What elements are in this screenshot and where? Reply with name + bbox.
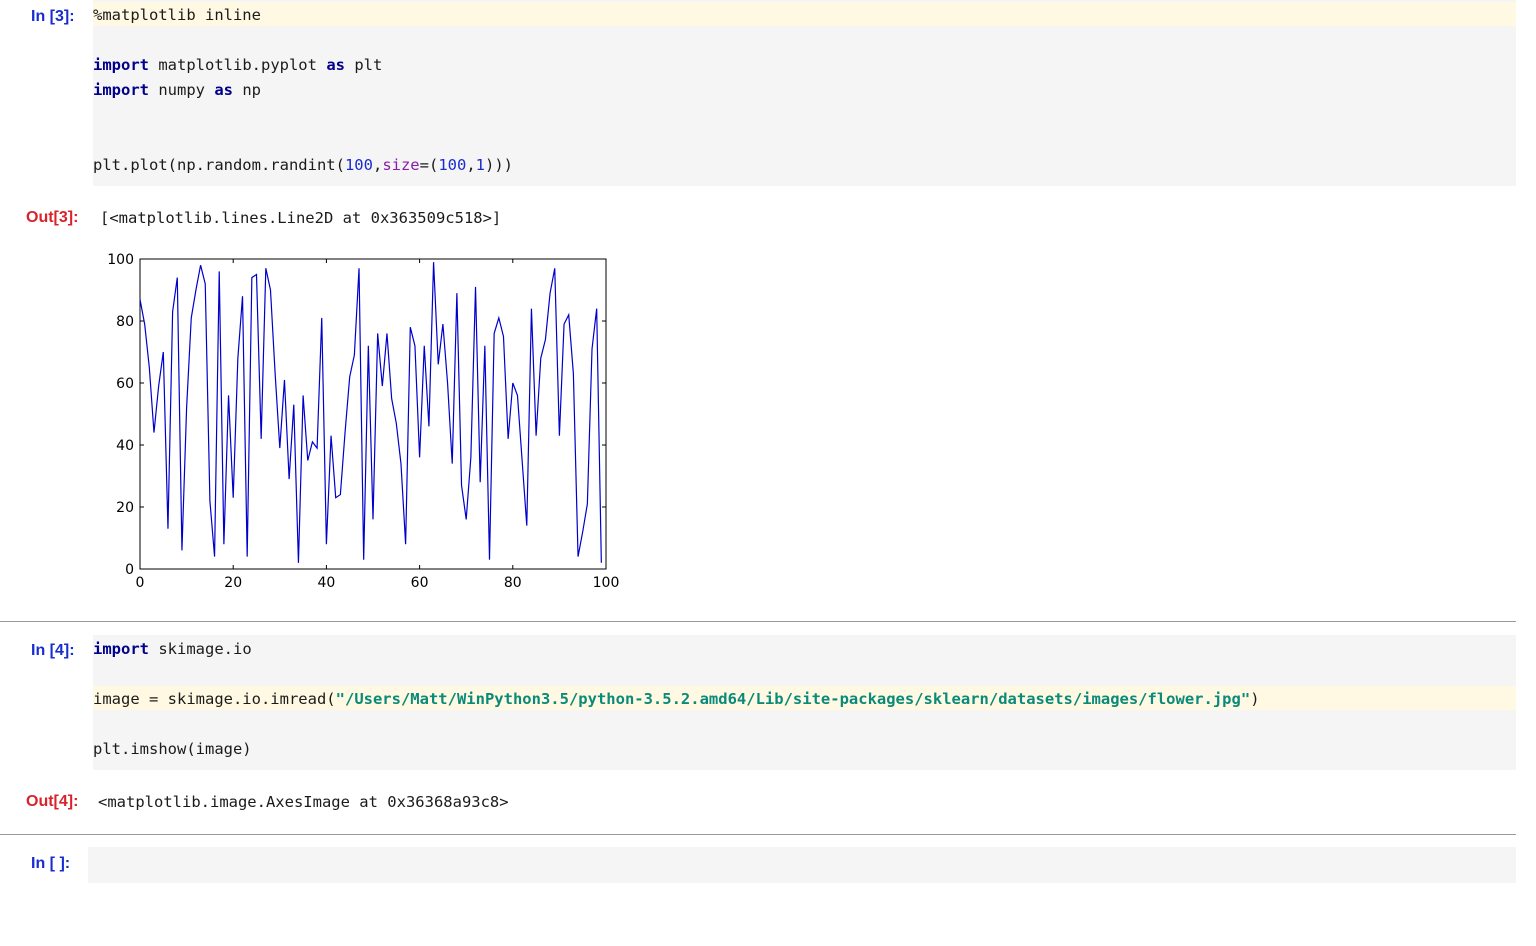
magic-command: %matplotlib inline: [93, 6, 261, 24]
as-keyword: as: [214, 81, 233, 99]
x-tick-label: 40: [317, 575, 335, 591]
y-tick-label: 60: [116, 376, 134, 392]
x-tick-label: 100: [593, 575, 620, 591]
import-keyword: import: [93, 56, 149, 74]
alias-name: np: [233, 81, 261, 99]
cell-4-code-line-1: import skimage.io: [93, 639, 252, 659]
cell-4-output-text: <matplotlib.image.AxesImage at 0x36368a9…: [98, 793, 509, 811]
cell-5-code-editor[interactable]: [88, 847, 1516, 883]
equals-paren: =(: [419, 156, 439, 174]
module-name: skimage.io: [149, 640, 252, 658]
string-quote: ": [1240, 690, 1251, 708]
x-tick-label: 20: [224, 575, 242, 591]
call-text: plt.plot(np.random.randint(: [93, 156, 345, 174]
alias-name: plt: [344, 56, 383, 74]
module-name: numpy: [149, 81, 215, 99]
cell-3-code-line-7: plt.plot(np.random.randint(100,size=(100…: [93, 155, 513, 175]
y-tick-label: 80: [116, 314, 134, 330]
assignment-text: image = skimage.io.imread(: [93, 690, 336, 708]
number-literal: 100: [438, 156, 467, 174]
plot-frame: [139, 258, 607, 570]
comma: ,: [466, 156, 476, 174]
y-tick-label: 0: [125, 562, 134, 578]
as-keyword: as: [326, 56, 345, 74]
import-keyword: import: [93, 640, 149, 658]
cell-4-out-prompt: Out[4]:: [26, 793, 79, 810]
keyword-argument: size: [382, 156, 420, 174]
line-chart: 0 20 40 60 80 100 0 20 40 60 80 100: [107, 252, 620, 591]
cell-3-out-prompt: Out[3]:: [26, 209, 79, 226]
cell-3-in-prompt: In [3]:: [31, 8, 75, 25]
closing-paren: ): [1250, 690, 1260, 708]
cell-3-code-line-1: %matplotlib inline: [93, 5, 261, 25]
string-quote: ": [335, 690, 345, 708]
imshow-call: plt.imshow(image): [93, 740, 252, 758]
x-tick-label: 0: [136, 575, 145, 591]
import-keyword: import: [93, 81, 149, 99]
cell-divider: [0, 621, 1516, 622]
y-tick-label: 40: [116, 438, 134, 454]
cell-divider: [0, 834, 1516, 835]
cell-3-code-line-4: import numpy as np: [93, 80, 261, 100]
comma: ,: [372, 156, 383, 174]
module-name: matplotlib.pyplot: [149, 56, 327, 74]
number-literal: 100: [344, 156, 373, 174]
x-tick-label: 60: [411, 575, 429, 591]
cell-4-code-line-3: image = skimage.io.imread("/Users/Matt/W…: [93, 689, 1260, 709]
y-tick-label: 20: [116, 500, 134, 516]
cell-5-in-prompt: In [ ]:: [31, 855, 71, 872]
x-tick-label: 80: [504, 575, 522, 591]
cell-3-output-text: [<matplotlib.lines.Line2D at 0x363509c51…: [100, 209, 502, 227]
cell-3-active-line: [93, 2, 1516, 26]
cell-3-code-line-3: import matplotlib.pyplot as plt: [93, 55, 382, 75]
y-tick-label: 100: [107, 252, 134, 268]
cell-4-in-prompt: In [4]:: [31, 642, 75, 659]
number-literal: 1: [475, 156, 485, 174]
closing-parens: ))): [485, 156, 513, 174]
string-literal: /Users/Matt/WinPython3.5/python-3.5.2.am…: [344, 690, 1241, 708]
cell-4-code-line-5: plt.imshow(image): [93, 739, 252, 759]
